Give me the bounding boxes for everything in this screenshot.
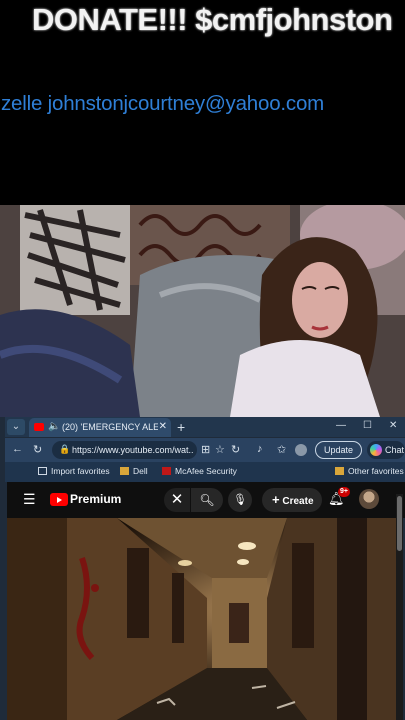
favorites-bar: Import favorites Dell McAfee Security Ot… — [5, 462, 405, 482]
notification-badge: 9+ — [338, 487, 350, 497]
tab-title: (20) 'EMERGENCY ALERT Acti — [62, 422, 158, 432]
zelle-text: zelle johnstonjcourtney@yahoo.com — [1, 92, 325, 115]
webcam-feed — [0, 205, 405, 417]
tab-youtube[interactable]: 🔈 (20) 'EMERGENCY ALERT Acti ✕ — [29, 418, 171, 437]
update-button[interactable]: Update — [315, 441, 362, 459]
import-icon — [38, 467, 47, 475]
other-favorites[interactable]: Other favorites — [335, 466, 404, 476]
mic-icon[interactable]: 🎙︎ — [228, 488, 252, 512]
refresh-page-icon[interactable]: ↻ — [231, 443, 240, 456]
extensions-icon[interactable]: ♪ — [257, 443, 263, 455]
chat-label: Chat — [385, 445, 405, 455]
browser-window: ⌄ 🔈 (20) 'EMERGENCY ALERT Acti ✕ + — ☐ ✕… — [0, 417, 405, 720]
maximize-button[interactable]: ☐ — [363, 420, 372, 431]
tab-close-icon[interactable]: ✕ — [159, 421, 167, 432]
refresh-icon[interactable]: ↻ — [33, 443, 42, 456]
folder-icon — [120, 467, 129, 475]
tab-bar: ⌄ 🔈 (20) 'EMERGENCY ALERT Acti ✕ + — ☐ ✕ — [5, 417, 405, 437]
webcam-image — [0, 205, 405, 417]
folder-icon — [335, 467, 344, 475]
youtube-header: ☰ Premium ✕ 🔍︎ 🎙︎ + Create 🔔︎ 9+ — [7, 482, 405, 518]
avatar[interactable] — [359, 489, 379, 509]
create-label: Create — [282, 496, 314, 507]
close-icon[interactable]: ✕ — [164, 488, 190, 512]
stream-overlay-banner: DONATE!!! $cmfjohnston zelle johnstonjco… — [0, 0, 405, 205]
copilot-chat-button[interactable]: Chat — [367, 441, 405, 459]
favorite-import[interactable]: Import favorites — [38, 466, 110, 476]
youtube-logo-icon[interactable] — [50, 493, 68, 506]
back-icon[interactable]: ← — [12, 443, 23, 455]
favorite-mcafee[interactable]: McAfee Security — [162, 466, 237, 476]
video-player[interactable] — [7, 518, 396, 720]
window-close-button[interactable]: ✕ — [389, 420, 397, 431]
tabs-icon[interactable]: ⌄ — [7, 419, 25, 435]
browser-toolbar: ← ↻ 🔒 https://www.youtube.com/wat... ⊞ ☆… — [5, 438, 405, 462]
favorites-icon[interactable]: ✩ — [277, 443, 286, 456]
mcafee-icon — [162, 467, 171, 475]
address-bar[interactable]: 🔒 https://www.youtube.com/wat... — [52, 441, 197, 459]
url-text: https://www.youtube.com/wat... — [72, 445, 194, 455]
profile-avatar[interactable] — [295, 444, 307, 456]
speaker-icon[interactable]: 🔈 — [48, 421, 60, 432]
favorite-dell[interactable]: Dell — [120, 466, 148, 476]
scrollbar-thumb[interactable] — [397, 496, 402, 551]
youtube-favicon-icon — [34, 423, 44, 431]
split-screen-icon[interactable]: ⊞ — [201, 443, 210, 456]
search-icon[interactable]: 🔍︎ — [191, 488, 223, 512]
premium-label[interactable]: Premium — [70, 492, 121, 506]
new-tab-button[interactable]: + — [177, 419, 185, 435]
copilot-icon — [370, 444, 382, 456]
star-icon[interactable]: ☆ — [215, 443, 225, 456]
plus-icon: + — [272, 492, 280, 507]
page-scrollbar[interactable] — [396, 494, 403, 720]
donate-text: DONATE!!! $cmfjohnston — [32, 2, 393, 37]
lock-icon: 🔒 — [59, 444, 71, 454]
menu-icon[interactable]: ☰ — [23, 491, 36, 508]
create-button[interactable]: + Create — [262, 488, 322, 512]
minimize-button[interactable]: — — [336, 420, 346, 431]
video-frame — [7, 518, 396, 720]
